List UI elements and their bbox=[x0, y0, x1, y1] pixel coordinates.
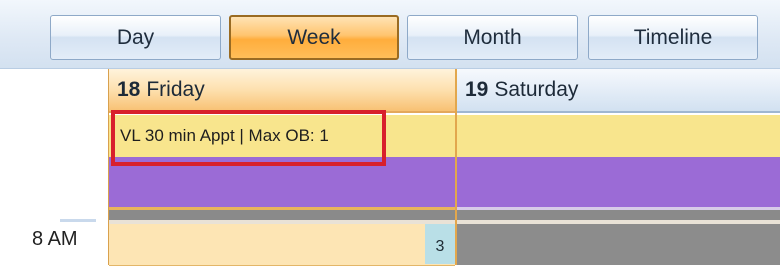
time-slot-cell[interactable] bbox=[109, 224, 455, 266]
day-column-friday[interactable]: 18 Friday VL 30 min Appt | Max OB: 1 3 bbox=[108, 69, 455, 266]
appointment-text: VL 30 min Appt | Max OB: 1 bbox=[120, 126, 329, 145]
month-view-button[interactable]: Month bbox=[407, 15, 578, 60]
week-view-button[interactable]: Week bbox=[229, 15, 399, 60]
time-gutter-divider bbox=[60, 219, 96, 222]
day-header-friday[interactable]: 18 Friday bbox=[109, 69, 455, 113]
unavailable-band bbox=[109, 210, 455, 220]
day-number: 18 bbox=[117, 78, 141, 101]
day-header-saturday[interactable]: 19 Saturday bbox=[457, 69, 780, 113]
time-slot-label: 8 AM bbox=[32, 228, 78, 250]
day-column-saturday[interactable]: 19 Saturday bbox=[455, 69, 780, 265]
view-toolbar: Day Week Month Timeline bbox=[0, 0, 780, 69]
appointment-block[interactable] bbox=[457, 115, 780, 157]
day-name: Friday bbox=[146, 78, 205, 101]
day-view-button[interactable]: Day bbox=[50, 15, 221, 60]
blocked-time-band[interactable] bbox=[457, 157, 780, 207]
unavailable-band bbox=[457, 210, 780, 220]
time-slot-cell[interactable] bbox=[457, 224, 780, 265]
timeline-view-button[interactable]: Timeline bbox=[588, 15, 758, 60]
day-name: Saturday bbox=[494, 78, 579, 101]
day-number: 19 bbox=[465, 78, 489, 101]
blocked-time-band[interactable] bbox=[109, 157, 455, 207]
appointment-count-badge[interactable]: 3 bbox=[425, 224, 455, 264]
